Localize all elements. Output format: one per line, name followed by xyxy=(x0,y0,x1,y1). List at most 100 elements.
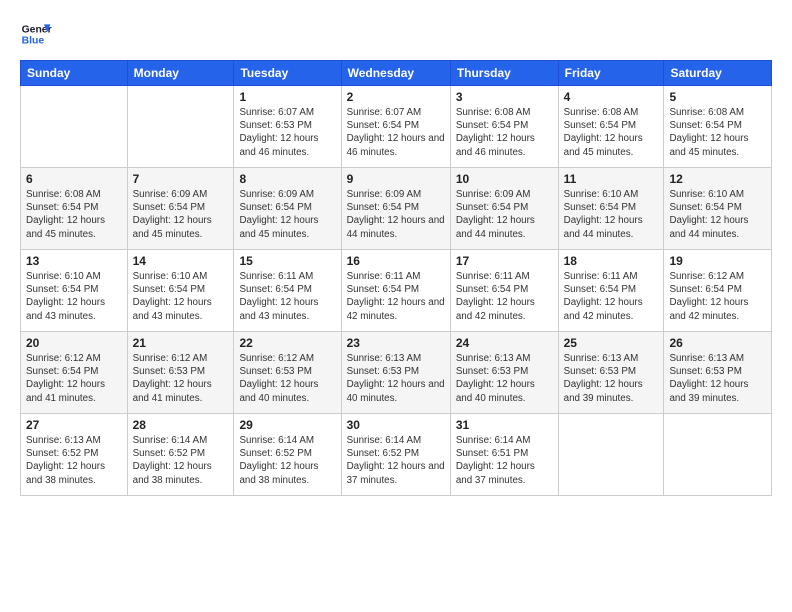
day-number: 14 xyxy=(133,254,229,268)
svg-text:Blue: Blue xyxy=(22,36,45,47)
day-number: 2 xyxy=(347,90,445,104)
day-info: Sunrise: 6:08 AM Sunset: 6:54 PM Dayligh… xyxy=(564,106,659,159)
day-number: 8 xyxy=(239,172,335,186)
day-number: 10 xyxy=(456,172,553,186)
day-number: 15 xyxy=(239,254,335,268)
day-number: 20 xyxy=(26,336,122,350)
day-info: Sunrise: 6:08 AM Sunset: 6:54 PM Dayligh… xyxy=(456,106,553,159)
day-info: Sunrise: 6:11 AM Sunset: 6:54 PM Dayligh… xyxy=(564,270,659,323)
day-info: Sunrise: 6:12 AM Sunset: 6:53 PM Dayligh… xyxy=(239,352,335,405)
calendar-table: SundayMondayTuesdayWednesdayThursdayFrid… xyxy=(20,60,772,496)
day-number: 1 xyxy=(239,90,335,104)
day-number: 18 xyxy=(564,254,659,268)
day-info: Sunrise: 6:13 AM Sunset: 6:52 PM Dayligh… xyxy=(26,434,122,487)
calendar-cell xyxy=(21,86,128,168)
calendar-week-3: 13 Sunrise: 6:10 AM Sunset: 6:54 PM Dayli… xyxy=(21,250,772,332)
logo-icon: General Blue xyxy=(20,18,52,50)
calendar-header-friday: Friday xyxy=(558,61,664,86)
calendar-cell: 19Sunrise: 6:12 AM Sunset: 6:54 PM Dayli… xyxy=(664,250,772,332)
day-info: Sunrise: 6:07 AM Sunset: 6:53 PM Dayligh… xyxy=(239,106,335,159)
calendar-cell: 10Sunrise: 6:09 AM Sunset: 6:54 PM Dayli… xyxy=(450,168,558,250)
calendar-cell: 22 Sunrise: 6:12 AM Sunset: 6:53 PM Dayli… xyxy=(234,332,341,414)
day-info: Sunrise: 6:11 AM Sunset: 6:54 PM Dayligh… xyxy=(456,270,553,323)
calendar-header-saturday: Saturday xyxy=(664,61,772,86)
day-number: 3 xyxy=(456,90,553,104)
calendar-cell: 20 Sunrise: 6:12 AM Sunset: 6:54 PM Dayli… xyxy=(21,332,128,414)
calendar-week-5: 27Sunrise: 6:13 AM Sunset: 6:52 PM Dayli… xyxy=(21,414,772,496)
day-number: 17 xyxy=(456,254,553,268)
calendar-cell: 16 Sunrise: 6:11 AM Sunset: 6:54 PM Dayli… xyxy=(341,250,450,332)
page-header: General Blue xyxy=(20,18,772,50)
day-number: 6 xyxy=(26,172,122,186)
calendar-cell: 4 Sunrise: 6:08 AM Sunset: 6:54 PM Daylig… xyxy=(558,86,664,168)
calendar-cell: 31 Sunrise: 6:14 AM Sunset: 6:51 PM Dayli… xyxy=(450,414,558,496)
day-info: Sunrise: 6:13 AM Sunset: 6:53 PM Dayligh… xyxy=(564,352,659,405)
calendar-cell: 11 Sunrise: 6:10 AM Sunset: 6:54 PM Dayli… xyxy=(558,168,664,250)
day-number: 7 xyxy=(133,172,229,186)
calendar-cell: 1 Sunrise: 6:07 AM Sunset: 6:53 PM Daylig… xyxy=(234,86,341,168)
day-info: Sunrise: 6:14 AM Sunset: 6:51 PM Dayligh… xyxy=(456,434,553,487)
calendar-cell: 8 Sunrise: 6:09 AM Sunset: 6:54 PM Daylig… xyxy=(234,168,341,250)
calendar-cell: 6 Sunrise: 6:08 AM Sunset: 6:54 PM Daylig… xyxy=(21,168,128,250)
day-number: 19 xyxy=(669,254,766,268)
day-number: 25 xyxy=(564,336,659,350)
calendar-cell xyxy=(664,414,772,496)
day-number: 12 xyxy=(669,172,766,186)
day-info: Sunrise: 6:10 AM Sunset: 6:54 PM Dayligh… xyxy=(564,188,659,241)
day-info: Sunrise: 6:09 AM Sunset: 6:54 PM Dayligh… xyxy=(239,188,335,241)
calendar-cell: 18 Sunrise: 6:11 AM Sunset: 6:54 PM Dayli… xyxy=(558,250,664,332)
calendar-cell: 14 Sunrise: 6:10 AM Sunset: 6:54 PM Dayli… xyxy=(127,250,234,332)
day-number: 4 xyxy=(564,90,659,104)
calendar-header-sunday: Sunday xyxy=(21,61,128,86)
day-number: 9 xyxy=(347,172,445,186)
day-number: 24 xyxy=(456,336,553,350)
calendar-cell: 12Sunrise: 6:10 AM Sunset: 6:54 PM Dayli… xyxy=(664,168,772,250)
calendar-header-tuesday: Tuesday xyxy=(234,61,341,86)
calendar-cell xyxy=(127,86,234,168)
day-info: Sunrise: 6:10 AM Sunset: 6:54 PM Dayligh… xyxy=(26,270,122,323)
day-info: Sunrise: 6:08 AM Sunset: 6:54 PM Dayligh… xyxy=(669,106,766,159)
calendar-cell: 17 Sunrise: 6:11 AM Sunset: 6:54 PM Dayli… xyxy=(450,250,558,332)
calendar-header-thursday: Thursday xyxy=(450,61,558,86)
calendar-cell: 9 Sunrise: 6:09 AM Sunset: 6:54 PM Daylig… xyxy=(341,168,450,250)
day-info: Sunrise: 6:13 AM Sunset: 6:53 PM Dayligh… xyxy=(669,352,766,405)
day-number: 16 xyxy=(347,254,445,268)
day-number: 5 xyxy=(669,90,766,104)
day-info: Sunrise: 6:09 AM Sunset: 6:54 PM Dayligh… xyxy=(347,188,445,241)
day-info: Sunrise: 6:13 AM Sunset: 6:53 PM Dayligh… xyxy=(456,352,553,405)
day-number: 30 xyxy=(347,418,445,432)
day-info: Sunrise: 6:13 AM Sunset: 6:53 PM Dayligh… xyxy=(347,352,445,405)
calendar-cell: 27Sunrise: 6:13 AM Sunset: 6:52 PM Dayli… xyxy=(21,414,128,496)
day-info: Sunrise: 6:10 AM Sunset: 6:54 PM Dayligh… xyxy=(133,270,229,323)
calendar-week-2: 6 Sunrise: 6:08 AM Sunset: 6:54 PM Daylig… xyxy=(21,168,772,250)
calendar-cell: 5 Sunrise: 6:08 AM Sunset: 6:54 PM Daylig… xyxy=(664,86,772,168)
day-number: 13 xyxy=(26,254,122,268)
day-info: Sunrise: 6:11 AM Sunset: 6:54 PM Dayligh… xyxy=(239,270,335,323)
day-info: Sunrise: 6:07 AM Sunset: 6:54 PM Dayligh… xyxy=(347,106,445,159)
day-number: 31 xyxy=(456,418,553,432)
calendar-cell: 13 Sunrise: 6:10 AM Sunset: 6:54 PM Dayli… xyxy=(21,250,128,332)
day-number: 22 xyxy=(239,336,335,350)
calendar-header-row: SundayMondayTuesdayWednesdayThursdayFrid… xyxy=(21,61,772,86)
day-number: 23 xyxy=(347,336,445,350)
calendar-week-1: 1 Sunrise: 6:07 AM Sunset: 6:53 PM Daylig… xyxy=(21,86,772,168)
calendar-cell: 7 Sunrise: 6:09 AM Sunset: 6:54 PM Daylig… xyxy=(127,168,234,250)
calendar-cell: 15 Sunrise: 6:11 AM Sunset: 6:54 PM Dayli… xyxy=(234,250,341,332)
day-info: Sunrise: 6:11 AM Sunset: 6:54 PM Dayligh… xyxy=(347,270,445,323)
calendar-cell: 29Sunrise: 6:14 AM Sunset: 6:52 PM Dayli… xyxy=(234,414,341,496)
calendar-header-wednesday: Wednesday xyxy=(341,61,450,86)
day-info: Sunrise: 6:12 AM Sunset: 6:54 PM Dayligh… xyxy=(26,352,122,405)
calendar-cell: 3 Sunrise: 6:08 AM Sunset: 6:54 PM Daylig… xyxy=(450,86,558,168)
calendar-cell: 30Sunrise: 6:14 AM Sunset: 6:52 PM Dayli… xyxy=(341,414,450,496)
calendar-cell: 2 Sunrise: 6:07 AM Sunset: 6:54 PM Daylig… xyxy=(341,86,450,168)
day-info: Sunrise: 6:08 AM Sunset: 6:54 PM Dayligh… xyxy=(26,188,122,241)
calendar-cell: 24 Sunrise: 6:13 AM Sunset: 6:53 PM Dayli… xyxy=(450,332,558,414)
calendar-week-4: 20 Sunrise: 6:12 AM Sunset: 6:54 PM Dayli… xyxy=(21,332,772,414)
calendar-cell: 26 Sunrise: 6:13 AM Sunset: 6:53 PM Dayli… xyxy=(664,332,772,414)
logo: General Blue xyxy=(20,18,52,50)
day-number: 11 xyxy=(564,172,659,186)
day-number: 26 xyxy=(669,336,766,350)
day-info: Sunrise: 6:09 AM Sunset: 6:54 PM Dayligh… xyxy=(133,188,229,241)
calendar-header-monday: Monday xyxy=(127,61,234,86)
calendar-cell: 23 Sunrise: 6:13 AM Sunset: 6:53 PM Dayli… xyxy=(341,332,450,414)
